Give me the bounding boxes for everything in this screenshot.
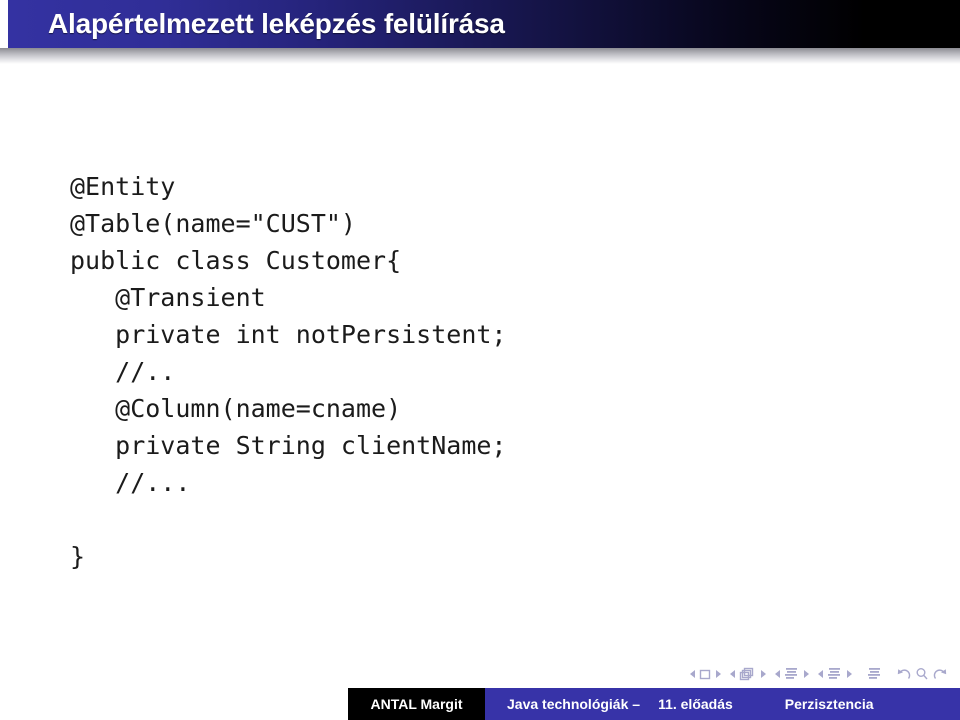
back-icon[interactable] — [897, 667, 912, 681]
first-frame-icon[interactable] — [729, 669, 736, 679]
table-of-contents-icon[interactable] — [867, 667, 883, 681]
footer-author: ANTAL Margit — [348, 688, 485, 720]
slide: Alapértelmezett leképzés felülírása @Ent… — [0, 0, 960, 720]
next-frame-icon[interactable] — [760, 669, 767, 679]
section-icon[interactable] — [827, 667, 843, 681]
slide-footer: ANTAL Margit Java technológiák – 11. elő… — [0, 688, 960, 720]
next-subsection-icon[interactable] — [803, 669, 810, 679]
code-line: @Entity — [70, 172, 176, 201]
slide-header: Alapértelmezett leképzés felülírása — [0, 0, 960, 48]
nav-group-frame[interactable] — [729, 667, 767, 681]
page-title: Alapértelmezett leképzés felülírása — [48, 8, 505, 39]
code-line: @Transient — [70, 283, 266, 312]
frame-icon[interactable] — [739, 667, 757, 681]
code-line: @Table(name="CUST") — [70, 209, 356, 238]
nav-group-subsection[interactable] — [774, 667, 810, 681]
previous-section-icon[interactable] — [817, 669, 824, 679]
nav-group-toc[interactable] — [867, 667, 883, 681]
code-line: private String clientName; — [70, 431, 507, 460]
code-line: public class Customer{ — [70, 246, 402, 275]
header-shadow-divider — [0, 48, 960, 64]
nav-group-history[interactable] — [897, 667, 947, 681]
code-line: //... — [70, 468, 191, 497]
next-section-icon[interactable] — [846, 669, 853, 679]
footer-left-spacer — [0, 688, 348, 720]
forward-icon[interactable] — [932, 667, 947, 681]
code-block: @Entity @Table(name="CUST") public class… — [70, 168, 870, 575]
beamer-navigation-bar[interactable] — [689, 662, 954, 686]
footer-topic: Perzisztencia — [784, 696, 874, 712]
nav-group-slide[interactable] — [689, 668, 722, 681]
footer-course-title: Java technológiák – — [507, 696, 641, 712]
first-slide-icon[interactable] — [689, 669, 696, 679]
subsection-icon[interactable] — [784, 667, 800, 681]
code-line: //.. — [70, 357, 176, 386]
header-gradient-bar: Alapértelmezett leképzés felülírása — [8, 0, 960, 48]
search-icon[interactable] — [915, 667, 929, 681]
code-line: @Column(name=cname) — [70, 394, 402, 423]
footer-info: Java technológiák – 11. előadás Perziszt… — [485, 688, 960, 720]
next-slide-icon[interactable] — [715, 669, 722, 679]
footer-lecture-number: 11. előadás — [658, 696, 733, 712]
previous-slide-icon[interactable] — [699, 668, 712, 681]
code-line: } — [70, 542, 86, 571]
previous-subsection-icon[interactable] — [774, 669, 781, 679]
nav-group-section[interactable] — [817, 667, 853, 681]
code-line: private int notPersistent; — [70, 320, 507, 349]
